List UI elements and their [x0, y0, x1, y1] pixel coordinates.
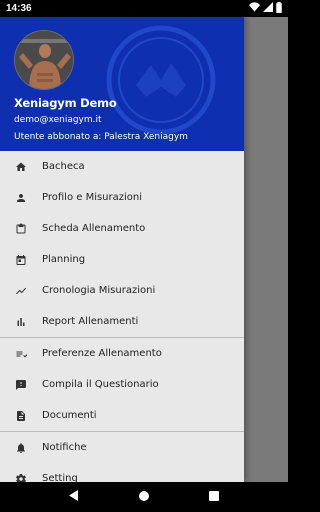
bell-icon	[15, 442, 27, 454]
menu-item-preferenze[interactable]: Preferenze Allenamento	[0, 338, 244, 369]
menu-item-planning[interactable]: Planning	[0, 244, 244, 275]
gym-emblem-watermark	[106, 25, 216, 135]
status-bar: 14:36	[0, 0, 288, 17]
menu-item-label: Bacheca	[42, 161, 85, 172]
navigation-drawer: Xeniagym Demo demo@xeniagym.it Utente ab…	[0, 17, 244, 482]
menu-item-label: Profilo e Misurazioni	[42, 192, 143, 203]
menu-item-cronologia[interactable]: Cronologia Misurazioni	[0, 275, 244, 306]
subscription-info: Utente abbonato a: Palestra Xeniagym	[14, 132, 188, 142]
menu-item-label: Preferenze Allenamento	[42, 348, 162, 359]
home-button-icon[interactable]	[139, 488, 149, 506]
home-icon	[15, 161, 27, 173]
battery-icon	[276, 1, 282, 16]
menu-item-label: Report Allenamenti	[42, 316, 139, 327]
menu-item-label: Compila il Questionario	[42, 379, 159, 390]
menu-item-profilo[interactable]: Profilo e Misurazioni	[0, 182, 244, 213]
bar-chart-icon	[15, 316, 27, 328]
system-nav-bar	[0, 482, 288, 512]
status-time: 14:36	[6, 3, 32, 14]
trending-icon	[15, 285, 27, 297]
feedback-icon	[15, 379, 27, 391]
menu-item-label: Setting	[42, 473, 78, 482]
menu-item-notifiche[interactable]: Notifiche	[0, 432, 244, 463]
signal-icon	[263, 2, 273, 15]
menu-item-label: Documenti	[42, 410, 97, 421]
clipboard-icon	[15, 223, 27, 235]
user-name: Xeniagym Demo	[14, 96, 117, 110]
menu-item-questionario[interactable]: Compila il Questionario	[0, 369, 244, 400]
menu-item-scheda[interactable]: Scheda Allenamento	[0, 213, 244, 244]
wifi-icon	[249, 2, 260, 15]
person-icon	[15, 192, 27, 204]
back-icon[interactable]	[69, 488, 79, 506]
menu-item-label: Planning	[42, 254, 86, 265]
menu-item-bacheca[interactable]: Bacheca	[0, 151, 244, 182]
checklist-icon	[15, 348, 27, 360]
menu-item-documenti[interactable]: Documenti	[0, 400, 244, 431]
menu-item-label: Cronologia Misurazioni	[42, 285, 156, 296]
menu-item-label: Notifiche	[42, 442, 87, 453]
drawer-header: Xeniagym Demo demo@xeniagym.it Utente ab…	[0, 17, 244, 151]
menu-item-setting[interactable]: Setting	[0, 463, 244, 482]
calendar-icon	[15, 254, 27, 266]
menu-item-label: Scheda Allenamento	[42, 223, 146, 234]
gear-icon	[15, 473, 27, 482]
user-email: demo@xeniagym.it	[14, 115, 102, 125]
recents-icon[interactable]	[209, 488, 219, 506]
document-icon	[15, 410, 27, 422]
avatar[interactable]	[14, 30, 74, 90]
drawer-menu: Bacheca Profilo e Misurazioni Scheda All…	[0, 151, 244, 482]
menu-item-report[interactable]: Report Allenamenti	[0, 306, 244, 337]
